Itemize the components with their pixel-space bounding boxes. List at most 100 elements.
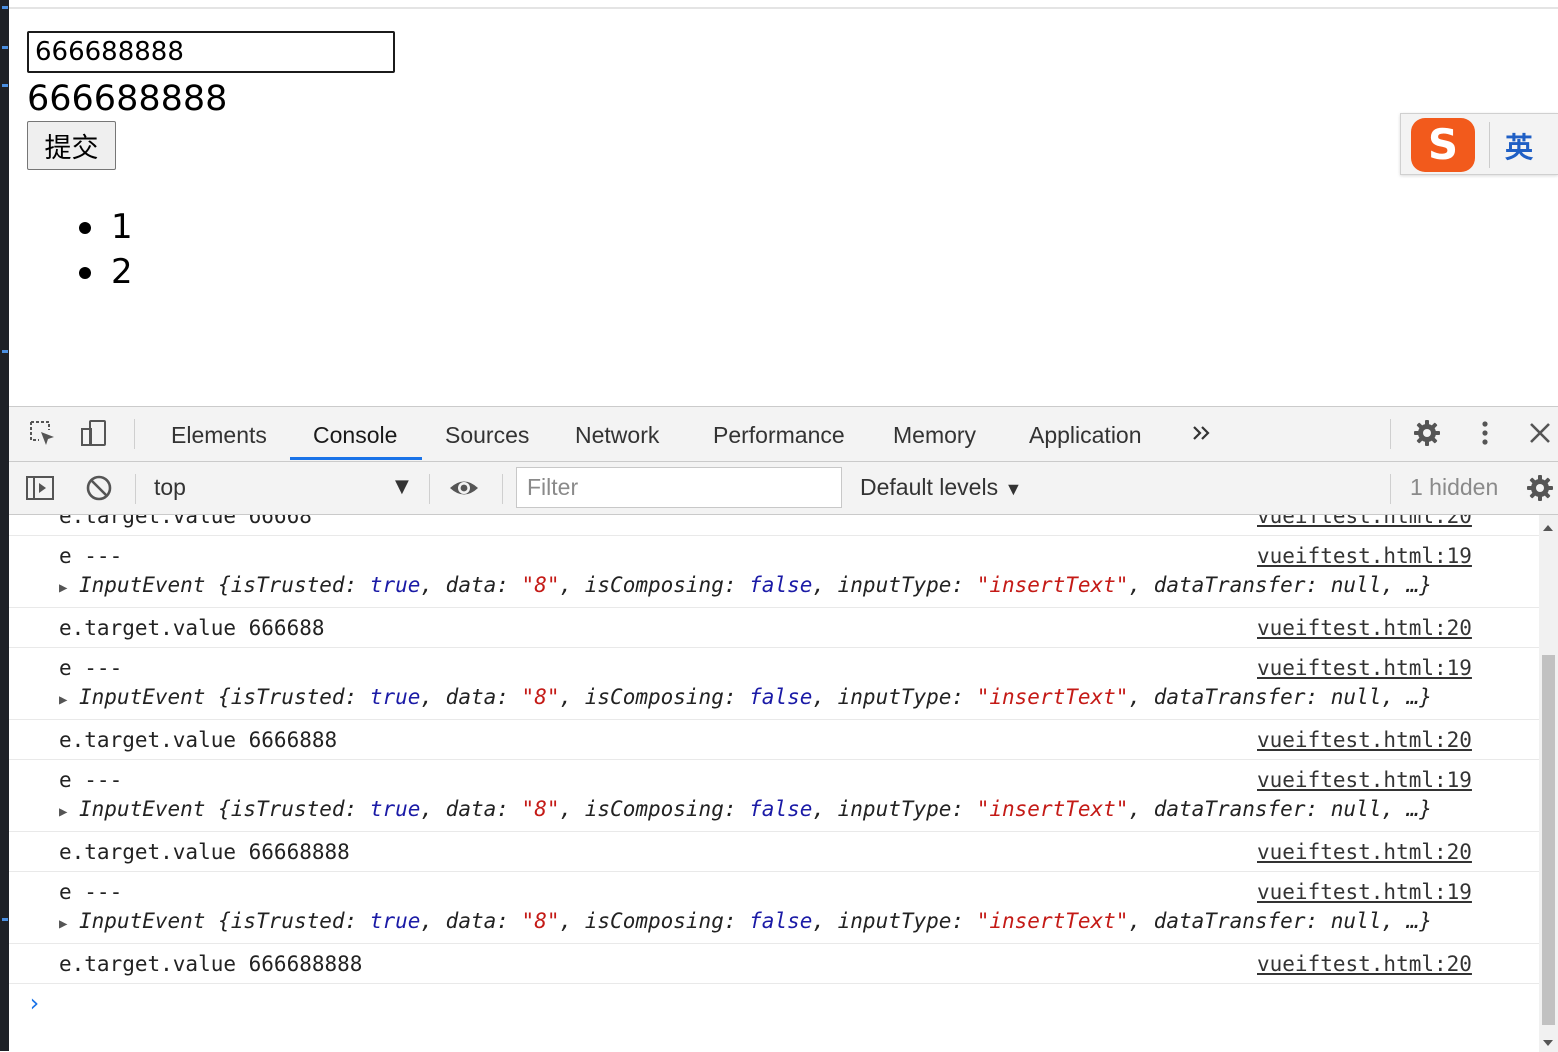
tab-sources[interactable]: Sources [445, 407, 529, 461]
source-link[interactable]: vueiftest.html:19 [1257, 656, 1472, 680]
toolbar-separator [429, 474, 430, 504]
object-ellipsis: …} [1406, 797, 1432, 821]
console-prompt-icon[interactable]: › [27, 989, 41, 1017]
source-link[interactable]: vueiftest.html:20 [1257, 616, 1472, 640]
context-selector[interactable]: top [154, 474, 186, 501]
prop-data: "8" [521, 797, 560, 821]
gear-icon[interactable] [1412, 418, 1442, 448]
chevron-double-right-icon[interactable] [1187, 418, 1217, 448]
text-input[interactable] [27, 31, 395, 73]
prop-inputtype: "insertText" [976, 909, 1129, 933]
sidebar-toggle-icon[interactable] [25, 473, 55, 503]
console-message-text: e.target.value 6666888 [59, 728, 338, 752]
console-message-object: e --- vueiftest.html:19 ▶ InputEvent {isTru… [9, 759, 1539, 832]
toolbar-separator [1390, 474, 1391, 504]
tab-network[interactable]: Network [575, 407, 659, 461]
source-link[interactable]: vueiftest.html:19 [1257, 544, 1472, 568]
input-event-object[interactable]: ▶ InputEvent {isTrusted: true, data: "8",… [59, 909, 1432, 933]
console-message-object: e --- vueiftest.html:19 ▶ InputEvent {isTru… [9, 647, 1539, 720]
console-message: e.target.value 6666888 vueiftest.html:20 [9, 719, 1539, 760]
expand-triangle-icon[interactable]: ▶ [59, 804, 79, 820]
prop-inputtype: "insertText" [976, 573, 1129, 597]
tab-performance[interactable]: Performance [713, 407, 845, 461]
scroll-down-icon[interactable] [1543, 1040, 1553, 1046]
ime-toolbar[interactable]: S 英 [1400, 113, 1558, 175]
tab-memory[interactable]: Memory [893, 407, 976, 461]
prop-istrusted: true [369, 573, 421, 597]
prop-data: "8" [521, 685, 560, 709]
console-message-text: e --- [59, 544, 123, 568]
prop-inputtype: "insertText" [976, 797, 1129, 821]
object-name: InputEvent [79, 685, 206, 709]
tab-elements[interactable]: Elements [171, 407, 267, 461]
console-message: e.target.value 66668 vueiftest.html:20 [9, 515, 1539, 536]
console-message-object: e --- vueiftest.html:19 ▶ InputEvent {isTru… [9, 535, 1539, 608]
source-link[interactable]: vueiftest.html:19 [1257, 768, 1472, 792]
console-message: e.target.value 666688 vueiftest.html:20 [9, 607, 1539, 648]
console-message-text: e.target.value 66668888 [59, 840, 350, 864]
submit-button[interactable]: 提交 [27, 121, 116, 170]
console-message-object: e --- vueiftest.html:19 ▶ InputEvent {isTru… [9, 871, 1539, 944]
chevron-down-icon[interactable]: ▼ [395, 476, 409, 497]
scrollbar-thumb[interactable] [1542, 655, 1555, 1025]
prop-iscomposing: false [749, 573, 813, 597]
device-toolbar-icon[interactable] [79, 418, 109, 448]
input-event-object[interactable]: ▶ InputEvent {isTrusted: true, data: "8",… [59, 797, 1432, 821]
prop-iscomposing: false [749, 909, 813, 933]
more-options-icon[interactable] [1470, 418, 1500, 448]
source-link[interactable]: vueiftest.html:20 [1257, 728, 1472, 752]
echo-text: 666688888 [27, 79, 228, 119]
prop-datatransfer: null [1330, 685, 1382, 709]
tab-application[interactable]: Application [1029, 407, 1142, 461]
expand-triangle-icon[interactable]: ▶ [59, 580, 79, 596]
devtools-tabbar: Elements Console Sources Network Perform… [9, 407, 1558, 462]
toolbar-separator [134, 419, 135, 449]
prop-datatransfer: null [1330, 797, 1382, 821]
ime-mode-toggle[interactable]: 英 [1505, 126, 1533, 166]
console-message-text: e.target.value 66668 [59, 515, 312, 528]
object-name: InputEvent [79, 797, 206, 821]
object-ellipsis: …} [1406, 573, 1432, 597]
input-event-object[interactable]: ▶ InputEvent {isTrusted: true, data: "8",… [59, 573, 1432, 597]
devtools-panel: Elements Console Sources Network Perform… [9, 406, 1558, 1052]
list-item: 2 [73, 250, 133, 295]
active-tab-indicator [290, 457, 422, 460]
input-event-object[interactable]: ▶ InputEvent {isTrusted: true, data: "8",… [59, 685, 1432, 709]
console-message: e.target.value 66668888 vueiftest.html:20 [9, 831, 1539, 872]
prop-datatransfer: null [1330, 573, 1382, 597]
eye-icon[interactable] [449, 473, 479, 503]
prop-data: "8" [521, 573, 560, 597]
log-levels-dropdown[interactable]: Default levels ▼ [860, 474, 1022, 501]
console-message-text: e.target.value 666688 [59, 616, 325, 640]
source-link[interactable]: vueiftest.html:20 [1257, 840, 1472, 864]
tab-console[interactable]: Console [313, 407, 397, 461]
object-ellipsis: …} [1406, 685, 1432, 709]
filter-input[interactable] [516, 467, 842, 508]
expand-triangle-icon[interactable]: ▶ [59, 692, 79, 708]
clear-console-icon[interactable] [84, 473, 114, 503]
object-ellipsis: …} [1406, 909, 1432, 933]
source-link[interactable]: vueiftest.html:20 [1257, 952, 1472, 976]
source-link[interactable]: vueiftest.html:19 [1257, 880, 1472, 904]
console-message-text: e --- [59, 880, 123, 904]
prop-istrusted: true [369, 909, 421, 933]
console-settings-gear-icon[interactable] [1525, 473, 1555, 503]
scroll-up-icon[interactable] [1543, 525, 1553, 531]
bullet-icon [79, 222, 91, 234]
source-link[interactable]: vueiftest.html:20 [1257, 515, 1472, 528]
inspect-element-icon[interactable] [27, 418, 57, 448]
chevron-down-icon: ▼ [1004, 479, 1023, 499]
item-list: 1 2 [73, 205, 133, 295]
expand-triangle-icon[interactable]: ▶ [59, 916, 79, 932]
console-message-text: e --- [59, 656, 123, 680]
console-toolbar: top ▼ Default levels ▼ 1 hidden [9, 462, 1558, 515]
console-message: e.target.value 666688888 vueiftest.html:2… [9, 943, 1539, 984]
hidden-messages-count: 1 hidden [1410, 474, 1499, 500]
prop-iscomposing: false [749, 685, 813, 709]
console-message-text: e --- [59, 768, 123, 792]
toolbar-separator [502, 474, 503, 504]
close-icon[interactable] [1525, 418, 1555, 448]
prop-iscomposing: false [749, 797, 813, 821]
console-scrollbar[interactable] [1539, 515, 1558, 1052]
toolbar-separator [135, 474, 136, 504]
